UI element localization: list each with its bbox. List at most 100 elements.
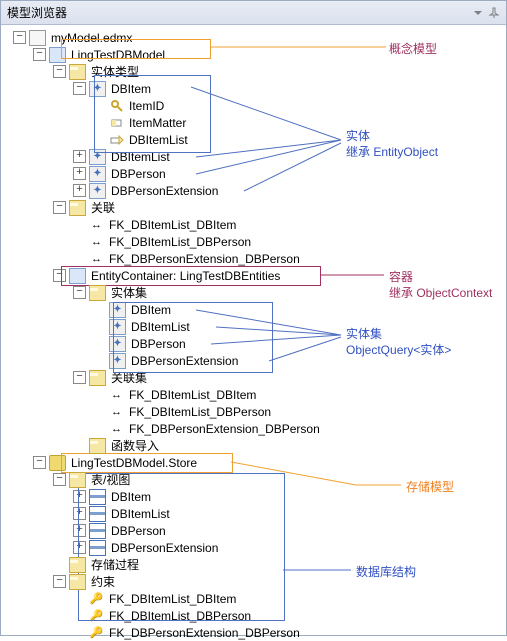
toggle-tb-dbitem[interactable]: + — [73, 490, 86, 503]
prop-dbitemlist-label: DBItemList — [127, 133, 190, 147]
table-icon — [89, 489, 106, 505]
anno-set1: 实体集 — [346, 325, 382, 342]
key-property-icon — [109, 99, 124, 113]
table-icon — [89, 506, 106, 522]
concept-label: LingTestDBModel — [69, 48, 167, 62]
toggle-tb-dbperson[interactable]: + — [73, 524, 86, 537]
edmx-icon — [29, 30, 46, 46]
table-icon — [89, 540, 106, 556]
node-type-dbpersonext[interactable]: + ✦ DBPersonExtension — [3, 182, 506, 199]
entityset-icon: ✦ — [109, 353, 126, 369]
node-con-fk-c[interactable]: 🔑 FK_DBPersonExtension_DBPerson — [3, 624, 506, 641]
node-con-fk-a[interactable]: 🔑 FK_DBItemList_DBItem — [3, 590, 506, 607]
toggle-container[interactable]: − — [53, 269, 66, 282]
nav-property-icon — [109, 133, 124, 147]
toggle-dbitem[interactable]: − — [73, 82, 86, 95]
dropdown-icon[interactable] — [472, 7, 484, 19]
node-assocsets[interactable]: − 关联集 — [3, 369, 506, 386]
node-type-dbperson[interactable]: + ✦ DBPerson — [3, 165, 506, 182]
node-itemmatter[interactable]: ItemMatter — [3, 114, 506, 131]
node-container[interactable]: − EntityContainer: LingTestDBEntities — [3, 267, 506, 284]
toggle-constraints[interactable]: − — [53, 575, 66, 588]
dbitem-label: DBItem — [109, 82, 153, 96]
class-icon: ✦ — [89, 166, 106, 182]
node-store[interactable]: − LingTestDBModel.Store — [3, 454, 506, 471]
con-fk-c-label: FK_DBPersonExtension_DBPerson — [107, 626, 302, 640]
toggle-t-dbitemlist[interactable]: + — [73, 150, 86, 163]
entitysets-label: 实体集 — [109, 284, 149, 301]
assocset-icon: ↔ — [109, 388, 124, 402]
constraints-label: 约束 — [89, 573, 117, 590]
anno-storage: 存储模型 — [406, 478, 454, 495]
toggle-store[interactable]: − — [33, 456, 46, 469]
node-assoc[interactable]: − 关联 — [3, 199, 506, 216]
set-dbperson-label: DBPerson — [129, 337, 188, 351]
sprocs-label: 存储过程 — [89, 556, 141, 573]
window-title: 模型浏览器 — [7, 4, 67, 21]
node-table-dbperson[interactable]: + DBPerson — [3, 522, 506, 539]
anno-container1: 容器 — [389, 268, 413, 285]
node-table-dbpersonext[interactable]: + DBPersonExtension — [3, 539, 506, 556]
key-icon: 🔑 — [89, 609, 104, 623]
toggle-tables[interactable]: − — [53, 473, 66, 486]
class-icon: ✦ — [89, 183, 106, 199]
node-set-dbitem[interactable]: ✦ DBItem — [3, 301, 506, 318]
toggle-tb-dbitemlist[interactable]: + — [73, 507, 86, 520]
con-fk-b-label: FK_DBItemList_DBPerson — [107, 609, 253, 623]
node-itemid[interactable]: ItemID — [3, 97, 506, 114]
assocsets-label: 关联集 — [109, 369, 149, 386]
node-set-dbitemlist[interactable]: ✦ DBItemList — [3, 318, 506, 335]
toggle-sets[interactable]: − — [73, 286, 86, 299]
toggle-t-dbpersonext[interactable]: + — [73, 184, 86, 197]
fk-b-label: FK_DBItemList_DBPerson — [107, 235, 253, 249]
node-table-dbitemlist[interactable]: + DBItemList — [3, 505, 506, 522]
table-dbperson-label: DBPerson — [109, 524, 168, 538]
type-dbpersonext-label: DBPersonExtension — [109, 184, 220, 198]
toggle-enttypes[interactable]: − — [53, 65, 66, 78]
tree: 概念模型 实体 继承 EntityObject 容器 继承 ObjectCont… — [1, 25, 506, 635]
toggle-t-dbperson[interactable]: + — [73, 167, 86, 180]
node-funcimports[interactable]: 函数导入 — [3, 437, 506, 454]
node-constraints[interactable]: − 约束 — [3, 573, 506, 590]
node-fk-b[interactable]: ↔ FK_DBItemList_DBPerson — [3, 233, 506, 250]
model-browser-window: 模型浏览器 概念模型 实体 继承 Enti — [0, 0, 507, 636]
anno-dbstruct: 数据库结构 — [356, 563, 416, 580]
table-dbitem-label: DBItem — [109, 490, 153, 504]
association-icon: ↔ — [89, 218, 104, 232]
toggle-tb-dbpersonext[interactable]: + — [73, 541, 86, 554]
anno-set2: ObjectQuery<实体> — [346, 341, 451, 358]
node-entity-types[interactable]: − 实体类型 — [3, 63, 506, 80]
assoc-label: 关联 — [89, 199, 117, 216]
entity-types-label: 实体类型 — [89, 63, 141, 80]
node-fk-a[interactable]: ↔ FK_DBItemList_DBItem — [3, 216, 506, 233]
toggle-concept[interactable]: − — [33, 48, 46, 61]
node-dbitem[interactable]: − ✦ DBItem — [3, 80, 506, 97]
node-sprocs[interactable]: 存储过程 — [3, 556, 506, 573]
folder-icon — [69, 574, 86, 590]
as-fk-b-label: FK_DBItemList_DBPerson — [127, 405, 273, 419]
pin-icon[interactable] — [488, 7, 500, 19]
assocset-icon: ↔ — [109, 422, 124, 436]
type-dbperson-label: DBPerson — [109, 167, 168, 181]
toggle-assoc[interactable]: − — [53, 201, 66, 214]
anno-concept: 概念模型 — [389, 40, 437, 57]
folder-icon — [69, 64, 86, 80]
node-fk-c[interactable]: ↔ FK_DBPersonExtension_DBPerson — [3, 250, 506, 267]
assocset-icon: ↔ — [109, 405, 124, 419]
folder-icon — [89, 438, 106, 454]
database-icon — [49, 455, 66, 471]
association-icon: ↔ — [89, 252, 104, 266]
set-dbpersonext-label: DBPersonExtension — [129, 354, 240, 368]
node-as-fk-b[interactable]: ↔ FK_DBItemList_DBPerson — [3, 403, 506, 420]
toggle-assocsets[interactable]: − — [73, 371, 86, 384]
entityset-icon: ✦ — [109, 319, 126, 335]
node-as-fk-a[interactable]: ↔ FK_DBItemList_DBItem — [3, 386, 506, 403]
titlebar: 模型浏览器 — [1, 1, 506, 25]
tables-label: 表/视图 — [89, 471, 132, 488]
toggle-root[interactable]: − — [13, 31, 26, 44]
node-con-fk-b[interactable]: 🔑 FK_DBItemList_DBPerson — [3, 607, 506, 624]
set-dbitem-label: DBItem — [129, 303, 173, 317]
root-label: myModel.edmx — [49, 31, 134, 45]
class-icon: ✦ — [89, 81, 106, 97]
node-as-fk-c[interactable]: ↔ FK_DBPersonExtension_DBPerson — [3, 420, 506, 437]
